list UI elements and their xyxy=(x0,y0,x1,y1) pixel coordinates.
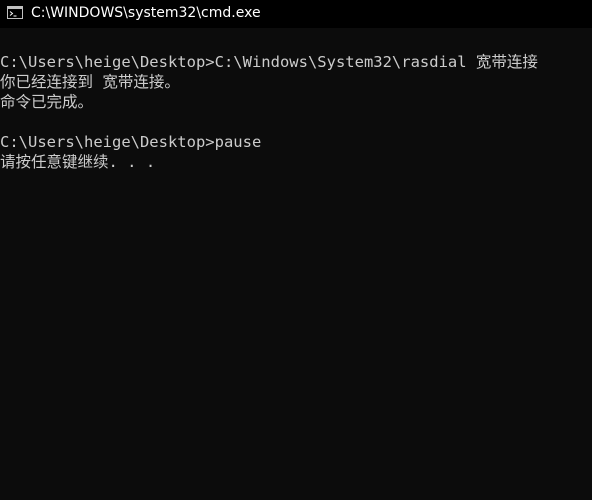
console-line: 请按任意键继续. . . xyxy=(0,153,156,171)
cmd-window: C:\WINDOWS\system32\cmd.exe C:\Users\hei… xyxy=(0,0,592,500)
console-line: 你已经连接到 宽带连接。 xyxy=(0,73,180,91)
console-line: 命令已完成。 xyxy=(0,93,94,111)
console-line: C:\Users\heige\Desktop>C:\Windows\System… xyxy=(0,53,538,71)
console-line: C:\Users\heige\Desktop>pause xyxy=(0,133,262,151)
cmd-icon xyxy=(7,6,23,19)
console-output[interactable]: C:\Users\heige\Desktop>C:\Windows\System… xyxy=(0,52,592,500)
title-bar[interactable]: C:\WINDOWS\system32\cmd.exe xyxy=(0,0,592,28)
window-title: C:\WINDOWS\system32\cmd.exe xyxy=(31,5,261,21)
